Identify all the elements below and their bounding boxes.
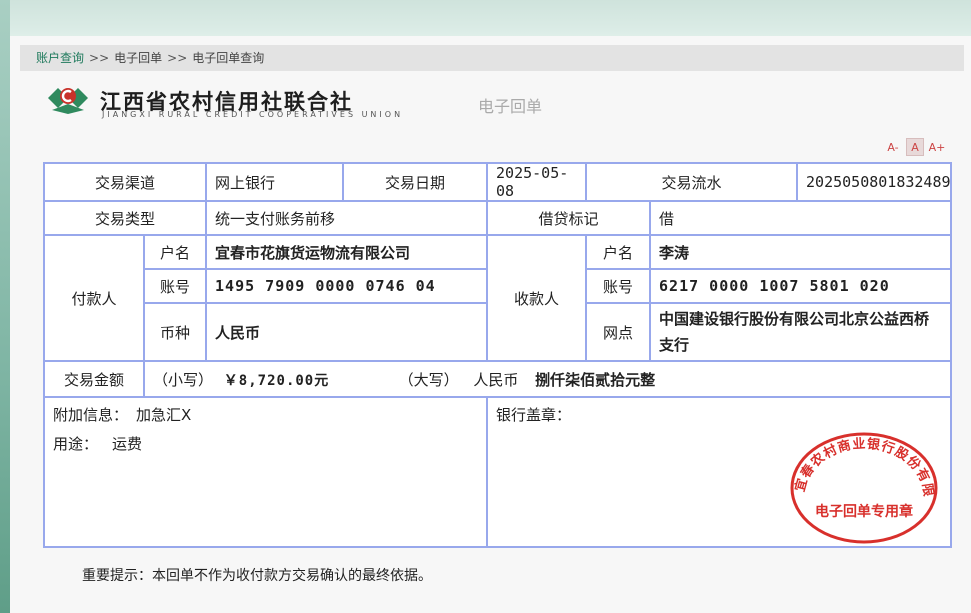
amount-big-currency: 人民币 [473,370,519,389]
payee-branch-label: 网点 [585,302,652,362]
bank-logo: 江西省农村信用社联合社 JIANGXI RURAL CREDIT COOPERA… [46,82,446,122]
stamp-center-text: 电子回单专用章 [815,503,913,520]
extra-info-line: 附加信息： 加急汇X [53,404,478,425]
page-edge-decoration [0,0,10,613]
font-size-tools: A- A A+ [880,137,946,157]
debit-credit-label: 借贷标记 [486,200,652,236]
font-decrease-button[interactable]: A- [884,139,902,157]
amount-label: 交易金额 [43,360,145,398]
payer-currency-value: 人民币 [205,302,489,362]
table-row: 付款人 户名 宜春市花旗货运物流有限公司 收款人 户名 李涛 [43,234,953,362]
font-increase-button[interactable]: A+ [928,139,946,157]
date-value: 2025-05-08 [486,162,588,202]
channel-label: 交易渠道 [42,162,208,202]
payer-currency-label: 币种 [142,302,208,362]
extra-info-cell: 附加信息： 加急汇X 用途： 运费 [42,396,489,548]
receipt-table: 交易渠道 网上银行 交易日期 2025-05-08 交易流水 202505080… [42,162,953,548]
rural-credit-logo-icon [48,88,88,114]
purpose-value: 运费 [112,435,143,453]
breadcrumb-separator: >> [167,51,188,65]
payer-account-label: 账号 [142,268,208,304]
payer-label: 付款人 [43,234,145,362]
payee-branch-value: 中国建设银行股份有限公司北京公益西桥支行 [649,302,953,362]
channel-value: 网上银行 [205,162,345,202]
logo-english-text: JIANGXI RURAL CREDIT COOPERATIVES UNION [102,110,404,119]
stamp-ring-text: 宜春农村商业银行股份有限公司 [788,428,934,498]
breadcrumb-e-receipt-query: 电子回单查询 [192,51,265,65]
payer-account-value: 1495 7909 0000 0746 04 [205,268,489,304]
payer-name-value: 宜春市花旗货运物流有限公司 [205,234,489,270]
extra-info-value: 加急汇X [136,406,192,424]
type-value: 统一支付账务前移 [205,200,489,236]
table-row: 交易渠道 网上银行 交易日期 2025-05-08 交易流水 202505080… [42,162,953,202]
debit-credit-value: 借 [649,200,953,236]
breadcrumb-account-query-link[interactable]: 账户查询 [36,51,84,65]
bank-seal-cell: 银行盖章： 宜春农村商业银行股份有限公司 电子回单专用章 [486,396,953,548]
table-row: 交易金额 （小写） ￥8,720.00元 （大写） 人民币 捌仟柒佰贰拾元整 [43,360,953,398]
extra-info-label: 附加信息： [53,406,129,424]
payee-account-value: 6217 0000 1007 5801 020 [649,268,953,304]
serial-value: 2025050801832489 [796,162,953,202]
bank-seal-label: 银行盖章： [496,406,572,424]
serial-label: 交易流水 [585,162,799,202]
important-note: 重要提示：本回单不作为收付款方交易确认的最终依据。 [82,568,432,584]
purpose-line: 用途： 运费 [53,433,478,454]
amount-small-value: ￥8,720.00元 [223,372,330,389]
breadcrumb-separator: >> [89,51,110,65]
amount-small-label: （小写） [153,370,214,389]
breadcrumb: 账户查询 >> 电子回单 >> 电子回单查询 [20,45,964,71]
payee-name-value: 李涛 [649,234,953,270]
font-default-button[interactable]: A [906,138,924,156]
type-label: 交易类型 [42,200,208,236]
table-row: 交易类型 统一支付账务前移 借贷标记 借 [42,200,953,236]
svg-text:宜春农村商业银行股份有限公司: 宜春农村商业银行股份有限公司 [788,428,935,498]
amount-cell: （小写） ￥8,720.00元 （大写） 人民币 捌仟柒佰贰拾元整 [142,360,953,398]
receipt-title: 电子回单 [478,97,543,116]
purpose-label: 用途： [53,435,99,453]
payee-label: 收款人 [486,234,588,362]
amount-big-value: 捌仟柒佰贰拾元整 [535,370,656,389]
table-row: 附加信息： 加急汇X 用途： 运费 银行盖章： 宜春农村商业银行股份有限公司 电子回… [42,396,953,548]
payee-name-label: 户名 [585,234,652,270]
payer-name-label: 户名 [142,234,208,270]
date-label: 交易日期 [342,162,489,202]
bank-stamp: 宜春农村商业银行股份有限公司 电子回单专用章 [788,428,938,544]
payee-account-label: 账号 [585,268,652,304]
amount-big-label: （大写） [398,370,459,389]
breadcrumb-e-receipt: 电子回单 [114,51,163,65]
